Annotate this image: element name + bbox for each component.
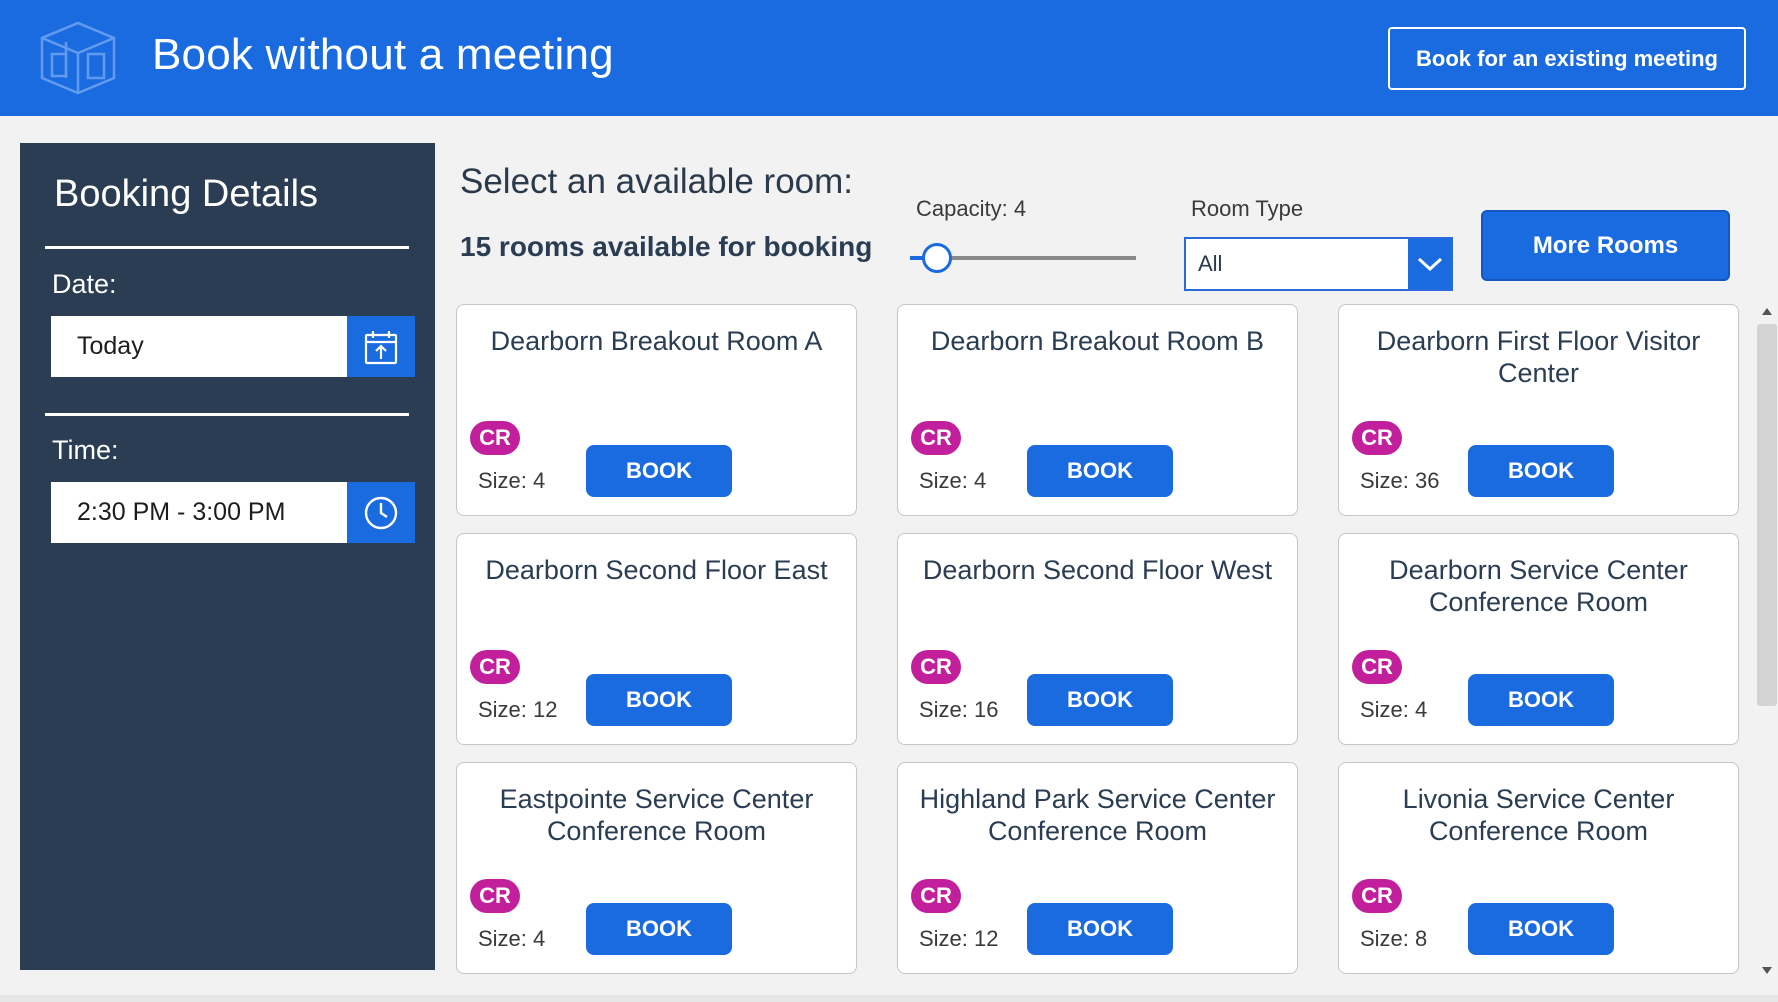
room-size: Size: 4 — [478, 926, 546, 951]
clock-icon — [364, 496, 398, 529]
time-label: Time: — [52, 435, 119, 465]
room-grid: Dearborn Breakout Room A CR Size: 4 BOOK Dea… — [456, 304, 1742, 974]
room-type-badge: CR — [1352, 879, 1402, 913]
time-picker[interactable]: 2:30 PM - 3:00 PM — [51, 482, 415, 543]
room-card: Dearborn Second Floor East CR Size: 12 BOOK — [456, 533, 857, 745]
room-name: Livonia Service Center Conference Room — [1402, 784, 1675, 846]
room-card: Dearborn First Floor Visitor Center CR Siz… — [1338, 304, 1739, 516]
room-name: Highland Park Service Center Conference … — [919, 784, 1276, 846]
scroll-down-arrow-icon[interactable] — [1762, 967, 1772, 974]
book-existing-meeting-button[interactable]: Book for an existing meeting — [1388, 27, 1746, 90]
time-value[interactable]: 2:30 PM - 3:00 PM — [51, 498, 347, 527]
booking-details-title: Booking Details — [54, 173, 319, 215]
book-room-button[interactable]: BOOK — [1468, 674, 1614, 726]
room-size: Size: 4 — [919, 468, 987, 493]
room-type-badge: CR — [470, 421, 520, 455]
room-size: Size: 4 — [1360, 697, 1428, 722]
room-name: Eastpointe Service Center Conference Roo… — [499, 784, 814, 846]
divider — [45, 246, 409, 249]
select-room-heading: Select an available room: — [460, 162, 853, 201]
scrollbar-thumb[interactable] — [1757, 324, 1777, 706]
book-room-button[interactable]: BOOK — [1468, 903, 1614, 955]
room-card: Dearborn Service Center Conference Room C… — [1338, 533, 1739, 745]
room-type-dropdown[interactable]: All — [1184, 237, 1453, 291]
room-name: Dearborn Breakout Room A — [490, 326, 823, 356]
room-size: Size: 8 — [1360, 926, 1428, 951]
room-type-badge: CR — [1352, 421, 1402, 455]
room-card: Dearborn Second Floor West CR Size: 16 BOOK — [897, 533, 1298, 745]
dropdown-toggle[interactable] — [1408, 239, 1451, 289]
capacity-label: Capacity: 4 — [916, 196, 1027, 221]
clock-button[interactable] — [347, 482, 415, 543]
date-picker[interactable]: Today — [51, 316, 415, 377]
room-card: Livonia Service Center Conference Room CR… — [1338, 762, 1739, 974]
app-logo-icon — [40, 21, 116, 95]
more-rooms-button[interactable]: More Rooms — [1481, 210, 1730, 281]
app-header: Book without a meeting Book for an exist… — [0, 0, 1778, 116]
book-room-button[interactable]: BOOK — [586, 903, 732, 955]
room-type-badge: CR — [1352, 650, 1402, 684]
rooms-available-count: 15 rooms available for booking — [460, 231, 873, 262]
book-room-button[interactable]: BOOK — [1027, 903, 1173, 955]
room-size: Size: 12 — [919, 926, 999, 951]
room-name: Dearborn Service Center Conference Room — [1389, 555, 1688, 617]
date-label: Date: — [52, 269, 117, 299]
booking-details-panel: Booking Details Date: Today Time: 2:30 P… — [20, 143, 435, 970]
page-title: Book without a meeting — [152, 30, 614, 79]
calendar-button[interactable] — [347, 316, 415, 377]
room-type-badge: CR — [470, 650, 520, 684]
room-type-badge: CR — [470, 879, 520, 913]
book-room-button[interactable]: BOOK — [1468, 445, 1614, 497]
room-type-label: Room Type — [1191, 196, 1304, 221]
book-room-button[interactable]: BOOK — [1027, 445, 1173, 497]
room-list-scrollbar[interactable] — [1756, 306, 1778, 976]
room-type-value: All — [1198, 251, 1223, 276]
room-card: Eastpointe Service Center Conference Roo… — [456, 762, 857, 974]
room-name: Dearborn Second Floor East — [485, 555, 828, 585]
room-card: Dearborn Breakout Room B CR Size: 4 BOOK — [897, 304, 1298, 516]
book-room-button[interactable]: BOOK — [586, 674, 732, 726]
room-name: Dearborn Breakout Room B — [930, 326, 1265, 356]
date-value[interactable]: Today — [51, 332, 347, 361]
room-type-badge: CR — [911, 650, 961, 684]
room-size: Size: 12 — [478, 697, 558, 722]
room-name: Dearborn Second Floor West — [922, 555, 1273, 585]
room-card: Highland Park Service Center Conference … — [897, 762, 1298, 974]
room-size: Size: 36 — [1360, 468, 1440, 493]
chevron-down-icon — [1417, 257, 1442, 272]
scroll-up-arrow-icon[interactable] — [1762, 308, 1772, 315]
room-card: Dearborn Breakout Room A CR Size: 4 BOOK — [456, 304, 857, 516]
slider-thumb[interactable] — [922, 243, 953, 273]
calendar-icon — [364, 330, 398, 364]
room-type-badge: CR — [911, 879, 961, 913]
bottom-strip — [0, 995, 1778, 1002]
capacity-slider[interactable] — [910, 242, 1136, 274]
room-name: Dearborn First Floor Visitor Center — [1376, 326, 1701, 388]
room-size: Size: 4 — [478, 468, 546, 493]
book-room-button[interactable]: BOOK — [586, 445, 732, 497]
room-size: Size: 16 — [919, 697, 999, 722]
book-room-button[interactable]: BOOK — [1027, 674, 1173, 726]
room-type-badge: CR — [911, 421, 961, 455]
divider — [45, 413, 409, 416]
